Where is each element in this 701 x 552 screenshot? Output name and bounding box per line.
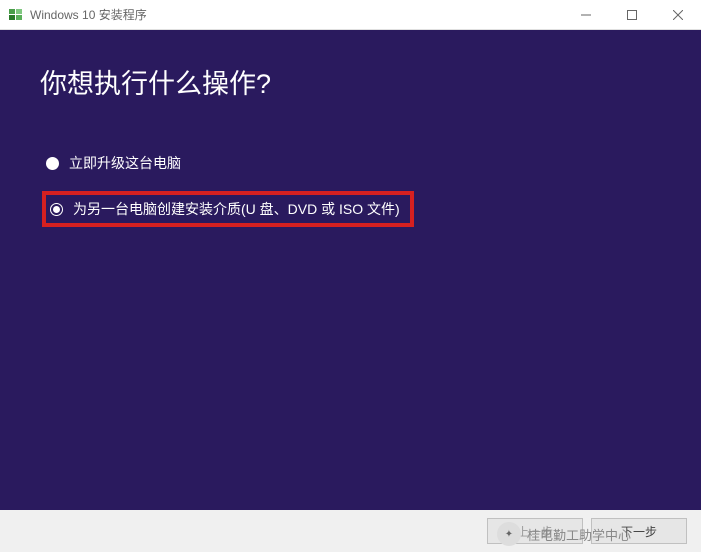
- option-create-media[interactable]: 为另一台电脑创建安装介质(U 盘、DVD 或 ISO 文件): [42, 191, 414, 227]
- close-button[interactable]: [655, 0, 701, 29]
- page-heading: 你想执行什么操作?: [40, 62, 661, 101]
- minimize-button[interactable]: [563, 0, 609, 29]
- back-button[interactable]: 上一步: [487, 518, 583, 544]
- next-button[interactable]: 下一步: [591, 518, 687, 544]
- option-upgrade[interactable]: 立即升级这台电脑: [46, 149, 661, 177]
- options-group: 立即升级这台电脑 为另一台电脑创建安装介质(U 盘、DVD 或 ISO 文件): [46, 149, 661, 241]
- window-title: Windows 10 安装程序: [30, 6, 563, 23]
- option-label: 立即升级这台电脑: [69, 153, 181, 173]
- radio-icon: [50, 203, 63, 216]
- app-icon: [8, 7, 24, 23]
- radio-dot-icon: [53, 206, 60, 213]
- option-label: 为另一台电脑创建安装介质(U 盘、DVD 或 ISO 文件): [73, 199, 400, 219]
- window-controls: [563, 0, 701, 29]
- maximize-button[interactable]: [609, 0, 655, 29]
- radio-icon: [46, 157, 59, 170]
- titlebar: Windows 10 安装程序: [0, 0, 701, 30]
- footer: 上一步 下一步: [0, 510, 701, 552]
- content-area: 你想执行什么操作? 立即升级这台电脑 为另一台电脑创建安装介质(U 盘、DVD …: [0, 30, 701, 510]
